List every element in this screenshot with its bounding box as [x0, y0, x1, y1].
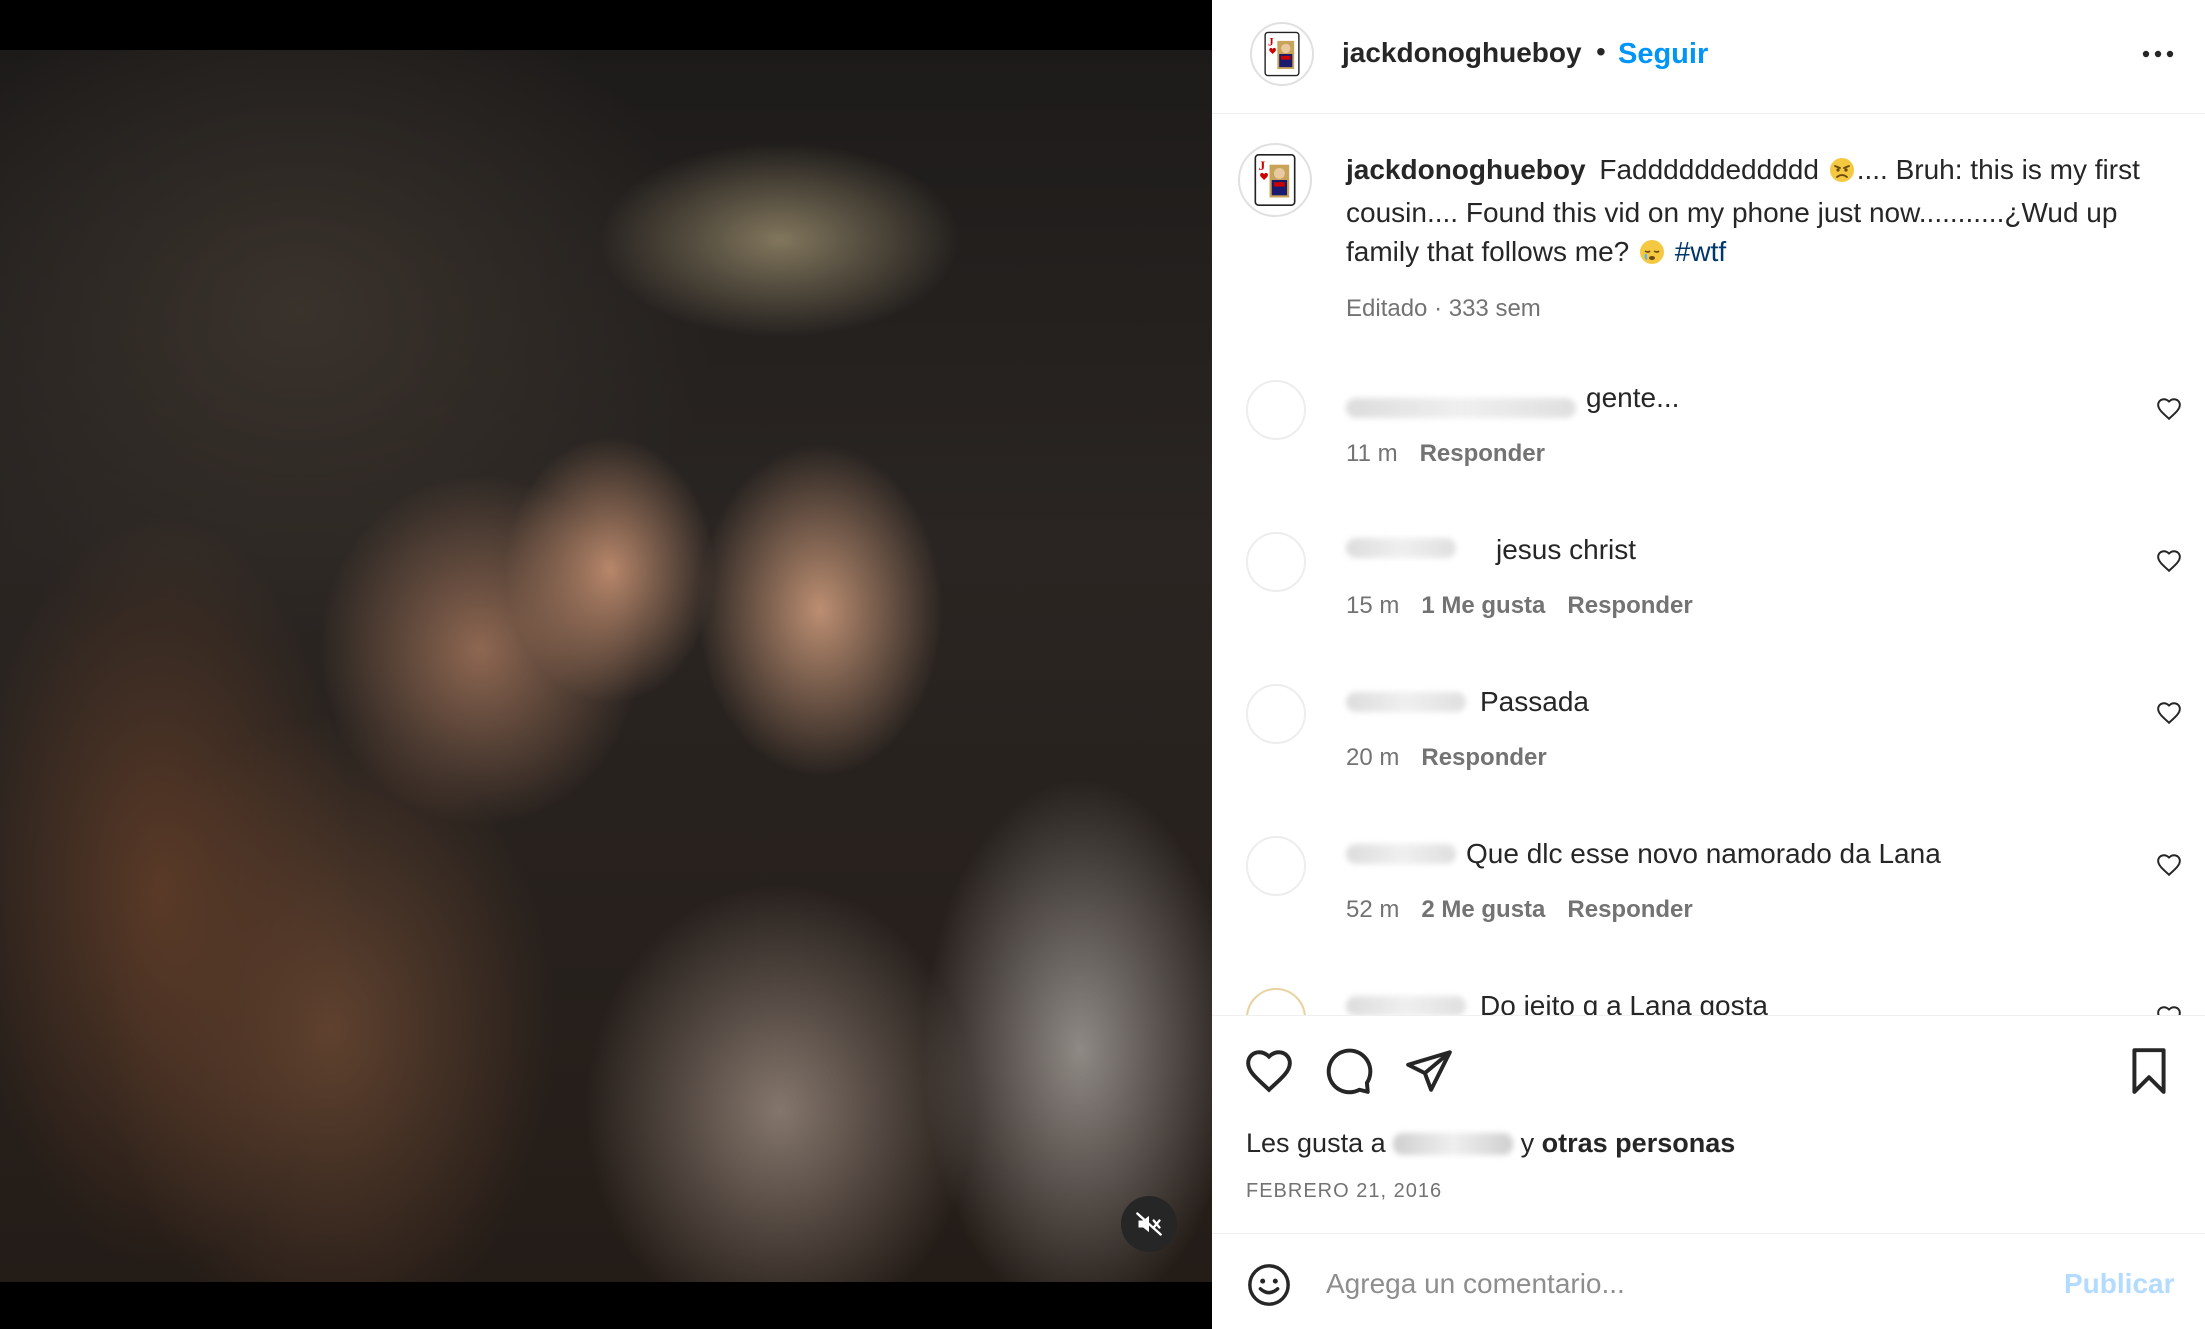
heart-icon[interactable]: [1244, 1046, 1294, 1096]
add-comment-bar: Publicar: [1212, 1233, 2205, 1329]
comment-text: Que dlc esse novo namorado da Lana: [1466, 838, 1941, 869]
comment-bubble-icon[interactable]: [1324, 1046, 1374, 1096]
comment-meta: 11 m Responder: [1346, 440, 1545, 468]
reply-button[interactable]: Responder: [1567, 896, 1692, 923]
comment-like-count[interactable]: 2 Me gusta: [1421, 896, 1545, 923]
likes-others-link[interactable]: otras personas: [1542, 1128, 1736, 1158]
bookmark-icon[interactable]: [2124, 1046, 2174, 1096]
reply-button[interactable]: Responder: [1420, 440, 1545, 467]
mute-button[interactable]: [1121, 1196, 1177, 1252]
likes-prefix: Les gusta a: [1246, 1128, 1386, 1158]
comment-time: 15 m: [1346, 592, 1400, 619]
more-horizontal-icon: [2142, 50, 2174, 58]
sleepy-face-emoji-icon: [1639, 236, 1665, 275]
redacted-username: [1346, 844, 1456, 864]
commenter-avatar[interactable]: [1246, 988, 1306, 1015]
commenter-avatar[interactable]: [1246, 684, 1306, 744]
publish-button[interactable]: Publicar: [2064, 1268, 2174, 1300]
more-options-button[interactable]: [2134, 38, 2182, 70]
commenter-avatar[interactable]: [1246, 532, 1306, 592]
like-comment-heart-icon[interactable]: [2156, 852, 2182, 878]
separator-dot: •: [1596, 36, 1606, 67]
comment-meta: 52 m 2 Me gusta Responder: [1346, 896, 1693, 924]
post-caption: jackdonoghueboy Faddddddeddddd .... Bruh…: [1346, 150, 2146, 275]
commenter-avatar[interactable]: [1246, 836, 1306, 896]
caption-text-start: Faddddddeddddd: [1599, 154, 1819, 185]
caption-username[interactable]: jackdonoghueboy: [1346, 154, 1586, 185]
comment-item: Passada 20 m Responder: [1212, 674, 2205, 824]
post-side-panel: J jackdonoghueboy • Seguir J jackdonoghu…: [1212, 0, 2205, 1329]
comment-meta: 15 m 1 Me gusta Responder: [1346, 592, 1693, 620]
redacted-liker: [1393, 1133, 1514, 1155]
like-comment-heart-icon[interactable]: [2156, 700, 2182, 726]
comments-list[interactable]: J jackdonoghueboy Faddddddeddddd .... Br…: [1212, 115, 2205, 1015]
post-author-username[interactable]: jackdonoghueboy: [1342, 37, 1582, 69]
avatar[interactable]: J: [1250, 22, 1314, 86]
like-comment-heart-icon[interactable]: [2156, 396, 2182, 422]
likes-summary[interactable]: Les gusta a y otras personas: [1246, 1128, 1735, 1159]
redacted-username: [1346, 692, 1466, 712]
caption-avatar[interactable]: J: [1238, 143, 1312, 217]
post-header: J jackdonoghueboy • Seguir: [1212, 0, 2205, 114]
comment-item: Que dlc esse novo namorado da Lana 52 m 2…: [1212, 826, 2205, 976]
caption-meta: Editado · 333 sem: [1346, 295, 1541, 322]
comment-time: 52 m: [1346, 896, 1400, 923]
post-video[interactable]: [0, 50, 1212, 1282]
post-dialog: J jackdonoghueboy • Seguir J jackdonoghu…: [0, 0, 2205, 1329]
paper-plane-icon[interactable]: [1404, 1046, 1454, 1096]
caption-hashtag-link[interactable]: #wtf: [1675, 236, 1726, 267]
comment-text: jesus christ: [1496, 534, 1637, 565]
comment-input[interactable]: [1324, 1258, 2018, 1310]
comment-item: gente... 11 m Responder: [1212, 370, 2205, 520]
comment-like-count[interactable]: 1 Me gusta: [1421, 592, 1545, 619]
redacted-username: [1346, 538, 1456, 558]
reply-button[interactable]: Responder: [1567, 592, 1692, 619]
angry-face-emoji-icon: [1829, 154, 1855, 193]
redacted-username: [1346, 398, 1576, 418]
jack-of-hearts-card-icon: J: [1264, 31, 1300, 77]
svg-text:J: J: [1259, 158, 1266, 173]
likes-conjunction: y: [1520, 1128, 1535, 1158]
comment-time: 20 m: [1346, 744, 1400, 771]
comment-text: Do jeito q a Lana gosta: [1480, 990, 1768, 1015]
follow-button[interactable]: Seguir: [1618, 38, 1708, 71]
comment-item: jesus christ 15 m 1 Me gusta Responder: [1212, 522, 2205, 672]
comment-text: gente...: [1586, 382, 1680, 413]
commenter-avatar[interactable]: [1246, 380, 1306, 440]
comment-text: Passada: [1480, 686, 1589, 717]
post-actions: Les gusta a y otras personas FEBRERO 21,…: [1212, 1015, 2205, 1233]
post-date[interactable]: FEBRERO 21, 2016: [1246, 1180, 1442, 1203]
speaker-muted-icon: [1136, 1212, 1162, 1236]
like-comment-heart-icon[interactable]: [2156, 1004, 2182, 1015]
like-comment-heart-icon[interactable]: [2156, 548, 2182, 574]
svg-text:J: J: [1268, 37, 1274, 49]
jack-of-hearts-card-icon: J: [1254, 154, 1296, 206]
comment-item: Do jeito q a Lana gosta: [1212, 978, 2205, 1015]
media-pane: [0, 0, 1212, 1329]
redacted-username: [1346, 996, 1466, 1015]
comment-meta: 20 m Responder: [1346, 744, 1547, 772]
comment-time: 11 m: [1346, 440, 1398, 467]
smiley-icon[interactable]: [1246, 1262, 1292, 1308]
reply-button[interactable]: Responder: [1421, 744, 1546, 771]
